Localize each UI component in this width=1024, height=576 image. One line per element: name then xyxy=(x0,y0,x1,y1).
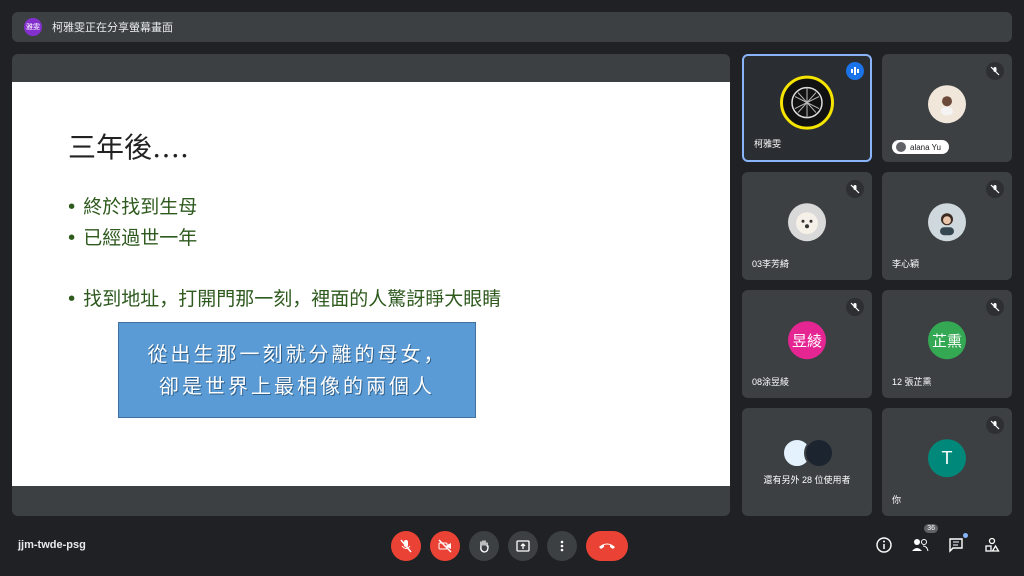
slide-title: 三年後…. xyxy=(68,131,189,164)
raise-hand-icon xyxy=(480,540,489,553)
participant-avatar xyxy=(788,203,826,242)
activities-icon xyxy=(985,537,1000,552)
participant-name: 03李芳綺 xyxy=(752,259,790,269)
participant-name-chip: alana Yu xyxy=(892,140,949,154)
participant-name: 李心穎 xyxy=(892,259,920,269)
mic-off-icon xyxy=(986,62,1004,80)
mic-off-icon xyxy=(986,180,1004,198)
present-icon xyxy=(516,540,530,552)
callout-line: 從出生那一刻就分離的母女， xyxy=(147,342,447,366)
mic-off-icon xyxy=(400,539,412,553)
participant-tile[interactable]: alana Yu xyxy=(882,54,1012,162)
participant-initials-avatar: 芷熏 xyxy=(928,321,966,360)
participant-tile[interactable]: 昱綾 08涂昱綾 xyxy=(742,290,872,398)
speaking-indicator-icon xyxy=(846,62,864,80)
presentation-slide: 三年後…. 終於找到生母 已經過世一年 找到地址，打開門那一刻，裡面的人驚訝睜大… xyxy=(12,82,730,486)
meeting-info-button[interactable] xyxy=(872,533,896,557)
bottom-control-bar: jjm-twde-psg 36 xyxy=(0,520,1024,576)
unread-dot xyxy=(963,533,968,538)
participant-tile-self[interactable]: T 你 xyxy=(882,408,1012,516)
network-globe-icon xyxy=(791,86,823,119)
mic-toggle-button[interactable] xyxy=(391,531,421,561)
participant-tile[interactable]: 李心穎 xyxy=(882,172,1012,280)
end-call-icon xyxy=(599,543,615,549)
info-icon xyxy=(876,537,892,553)
present-button[interactable] xyxy=(508,531,538,561)
participant-avatar xyxy=(928,85,966,124)
presenter-mini-avatar: 雅雯 xyxy=(24,18,42,36)
participant-count-badge: 36 xyxy=(924,524,938,533)
participant-initials-avatar: T xyxy=(928,439,966,478)
presenting-status-text: 柯雅雯正在分享螢幕畫面 xyxy=(52,22,173,34)
presentation-banner: 雅雯 柯雅雯正在分享螢幕畫面 xyxy=(12,12,1012,42)
mic-off-icon xyxy=(986,416,1004,434)
slide-bullet: 找到地址，打開門那一刻，裡面的人驚訝睜大眼睛 xyxy=(66,284,501,315)
presenter-avatar xyxy=(780,75,834,130)
people-icon xyxy=(912,539,929,552)
activities-button[interactable] xyxy=(980,533,1004,557)
more-participants-label: 還有另外 28 位使用者 xyxy=(763,475,851,485)
chat-icon xyxy=(949,538,963,553)
slide-bullet: 終於找到生母 xyxy=(66,192,501,223)
participant-tile-presenter[interactable]: 柯雅雯 xyxy=(742,54,872,162)
end-call-button[interactable] xyxy=(586,531,628,561)
mic-off-icon xyxy=(986,298,1004,316)
participant-initials-avatar: 昱綾 xyxy=(788,321,826,360)
callout-line: 卻是世界上最相像的兩個人 xyxy=(159,374,435,398)
more-participants-tile[interactable]: 還有另外 28 位使用者 xyxy=(742,408,872,516)
participant-avatar xyxy=(928,203,966,242)
people-button[interactable]: 36 xyxy=(908,524,938,557)
mini-avatar-icon xyxy=(896,142,906,152)
chat-button[interactable] xyxy=(944,533,968,557)
slide-bullet: 已經過世一年 xyxy=(66,223,501,254)
participant-tile[interactable]: 03李芳綺 xyxy=(742,172,872,280)
camera-off-icon xyxy=(438,539,452,553)
mic-off-icon xyxy=(846,298,864,316)
more-vert-icon xyxy=(560,540,564,552)
participant-name: 08涂昱綾 xyxy=(752,377,790,387)
slide-callout-box: 從出生那一刻就分離的母女， 卻是世界上最相像的兩個人 xyxy=(118,322,476,418)
meeting-code: jjm-twde-psg xyxy=(18,539,86,551)
more-options-button[interactable] xyxy=(547,531,577,561)
participant-name: alana Yu xyxy=(910,142,941,152)
slide-bullets: 終於找到生母 已經過世一年 找到地址，打開門那一刻，裡面的人驚訝睜大眼睛 xyxy=(66,192,501,315)
participant-name: 柯雅雯 xyxy=(754,139,782,149)
participant-avatar xyxy=(804,438,834,468)
participant-name: 你 xyxy=(892,495,902,505)
camera-toggle-button[interactable] xyxy=(430,531,460,561)
raise-hand-button[interactable] xyxy=(469,531,499,561)
shared-screen: 三年後…. 終於找到生母 已經過世一年 找到地址，打開門那一刻，裡面的人驚訝睜大… xyxy=(12,54,730,516)
participant-tile[interactable]: 芷熏 12 張芷熏 xyxy=(882,290,1012,398)
participant-name: 12 張芷熏 xyxy=(892,377,932,387)
mic-off-icon xyxy=(846,180,864,198)
